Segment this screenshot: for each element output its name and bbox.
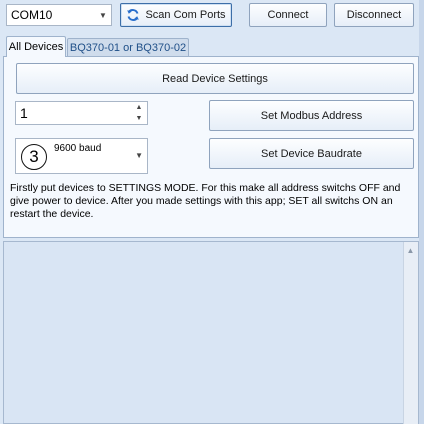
set-device-baudrate-button[interactable]: Set Device Baudrate (209, 138, 414, 169)
scan-button-label: Scan Com Ports (145, 9, 226, 21)
baudrate-select[interactable]: 3 9600 baud ▼ (15, 138, 148, 174)
read-device-settings-button[interactable]: Read Device Settings (16, 63, 414, 94)
chevron-down-icon[interactable]: ▼ (133, 114, 145, 123)
annotation-circle-number: 3 (21, 144, 47, 170)
instructions-text: Firstly put devices to SETTINGS MODE. Fo… (10, 182, 401, 220)
chevron-down-icon[interactable]: ▼ (95, 11, 111, 20)
connect-button[interactable]: Connect (249, 3, 327, 27)
chevron-down-icon[interactable]: ▼ (135, 151, 143, 160)
set-modbus-address-button[interactable]: Set Modbus Address (209, 100, 414, 131)
refresh-arrows-icon (126, 8, 140, 22)
com-port-value: COM10 (11, 8, 53, 22)
tab-bq370[interactable]: BQ370-01 or BQ370-02 (67, 38, 189, 56)
log-area[interactable] (3, 241, 419, 424)
log-scrollbar[interactable] (403, 242, 418, 424)
com-port-select[interactable]: COM10 ▼ (6, 4, 112, 26)
scan-com-ports-button[interactable]: Scan Com Ports (120, 3, 232, 27)
disconnect-button[interactable]: Disconnect (334, 3, 414, 27)
chevron-up-icon[interactable]: ▲ (133, 103, 145, 112)
stepper-arrows[interactable]: ▲ ▼ (133, 103, 145, 123)
window-edge (419, 0, 424, 424)
baudrate-value: 9600 baud (54, 143, 102, 154)
tab-all-devices[interactable]: All Devices (6, 36, 66, 57)
modbus-address-stepper[interactable]: 1 ▲ ▼ (15, 101, 148, 125)
modbus-address-value: 1 (20, 105, 28, 121)
scroll-up-icon[interactable]: ▲ (403, 242, 418, 258)
